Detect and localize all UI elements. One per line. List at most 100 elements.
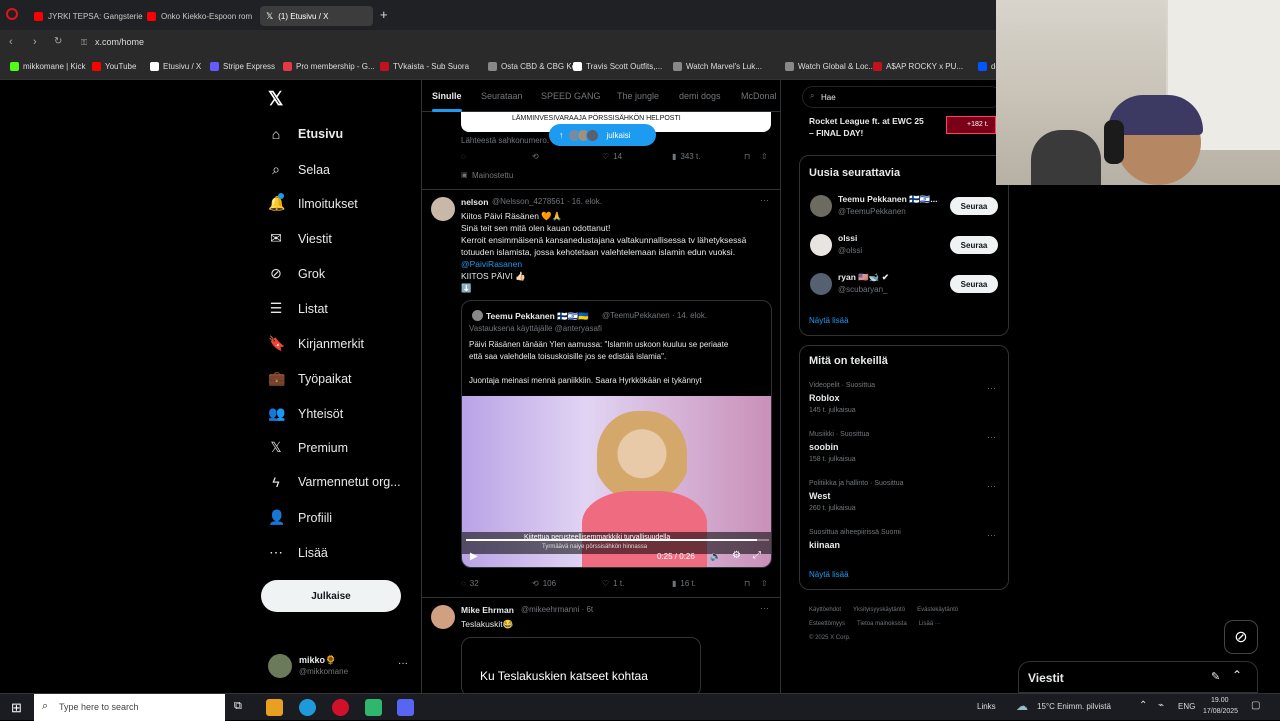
bookmark-item[interactable]: TVkaista - Sub Suora [380, 62, 469, 71]
follow-button[interactable]: Seuraa [950, 197, 998, 215]
bookmark-item[interactable]: Watch Global & Loc... [785, 62, 875, 71]
back-icon[interactable]: ‹ [9, 36, 13, 48]
bookmark-icon[interactable]: ⊓ [744, 579, 750, 588]
post-button[interactable]: Julkaise [261, 580, 401, 612]
app-icon[interactable] [365, 699, 382, 716]
new-tab-button[interactable]: + [380, 7, 388, 22]
nav-item-premium[interactable]: 𝕏 Premium [268, 439, 348, 456]
windows-start-icon[interactable]: ⊞ [11, 700, 22, 716]
tweet[interactable]: nelson @Nelsson_4278561 · 16. elok. ··· … [422, 190, 780, 598]
edge-icon[interactable] [299, 699, 316, 716]
bookmark-item[interactable]: Stripe Express [210, 62, 275, 71]
more-icon[interactable]: ··· [987, 530, 996, 540]
follow-suggestion[interactable]: olssi @olssi Seuraa [800, 233, 1008, 263]
repost-button[interactable]: ⟲ 106 [532, 579, 556, 588]
like-button[interactable]: ♡ 14 [602, 152, 622, 161]
follow-suggestion[interactable]: Teemu Pekkanen 🇫🇮🇮🇱... @TeemuPekkanen Seur… [800, 194, 1008, 224]
tweet-handle[interactable]: @Nelsson_4278561 · 16. elok. [492, 197, 602, 206]
nav-item-yhteisöt[interactable]: 👥 Yhteisöt [268, 405, 343, 422]
more-icon[interactable]: ··· [987, 383, 996, 393]
reply-icon[interactable]: ◌ [461, 152, 466, 161]
nav-item-ilmoitukset[interactable]: 🔔 Ilmoitukset [268, 193, 358, 212]
nav-item-grok[interactable]: ⊘ Grok [268, 265, 325, 282]
footer-link[interactable]: Käyttöehdot [809, 603, 841, 617]
nav-item-profiili[interactable]: 👤 Profiili [268, 509, 332, 526]
clock-date[interactable]: 17/08/2025 [1203, 708, 1238, 715]
opera-icon[interactable] [332, 699, 349, 716]
reload-icon[interactable]: ↻ [54, 36, 62, 47]
new-posts-pill[interactable]: ↑ julkaisi [549, 124, 656, 146]
share-icon[interactable]: ⇧ [761, 152, 768, 161]
show-more-link[interactable]: Näytä lisää [809, 316, 849, 325]
nav-item-etusivu[interactable]: ⌂ Etusivu [268, 126, 343, 142]
discord-icon[interactable] [397, 699, 414, 716]
more-icon[interactable]: ··· [987, 481, 996, 491]
mention-link[interactable]: @PaiviRasanen [461, 258, 522, 270]
avatar[interactable] [431, 605, 455, 629]
trend-item[interactable]: Videopelit · Suosittua Roblox 145 t. julka… [800, 382, 1008, 427]
footer-link[interactable]: Esteettömyys [809, 617, 845, 631]
media-card[interactable]: Ku Teslakuskien katseet kohtaa [461, 637, 701, 693]
grok-floating-button[interactable]: ⊘ [1224, 620, 1258, 654]
views-button[interactable]: ▮ 16 t. [672, 579, 696, 588]
chevron-up-icon[interactable]: ⌃ [1232, 668, 1242, 682]
bookmark-item[interactable]: Pro membership - G... [283, 62, 375, 71]
tab-for-you[interactable]: Sinulle [432, 91, 462, 101]
nav-item-lisää[interactable]: ⋯ Lisää [268, 544, 328, 561]
bookmark-icon[interactable]: ⊓ [744, 152, 750, 161]
follow-button[interactable]: Seuraa [950, 236, 998, 254]
account-switcher[interactable]: mikko🌻 @mikkomane ··· [268, 654, 413, 680]
share-icon[interactable]: ⇧ [761, 579, 768, 588]
clock-time[interactable]: 19.00 [1211, 697, 1229, 704]
task-view-icon[interactable]: ⧉ [234, 700, 242, 713]
forward-icon[interactable]: › [33, 36, 37, 48]
opera-logo-icon[interactable] [6, 8, 18, 20]
bookmark-item[interactable]: Travis Scott Outfits,... [573, 62, 662, 71]
fullscreen-icon[interactable]: ⤢ [753, 550, 761, 561]
avatar[interactable] [431, 197, 455, 221]
tab-mcdonal[interactable]: McDonal [741, 91, 777, 101]
follow-suggestion[interactable]: ryan 🇺🇸🐋 ✔ @scubaryan_ Seuraa [800, 272, 1008, 302]
app-icon[interactable] [266, 699, 283, 716]
chevron-up-icon[interactable]: ⌃ [1139, 700, 1147, 711]
language-indicator[interactable]: ENG [1178, 702, 1195, 711]
play-icon[interactable]: ▶ [470, 551, 478, 562]
tab-speed-gang[interactable]: SPEED GANG [541, 91, 601, 101]
footer-link[interactable]: Tietoa mainoksista [857, 617, 907, 631]
tweet-author[interactable]: nelson [461, 197, 488, 207]
lock-icon[interactable]: ⚿ [81, 38, 87, 48]
notification-icon[interactable]: ▢ [1251, 700, 1260, 711]
bookmark-item[interactable]: YouTube [92, 62, 136, 71]
browser-tab-2[interactable]: Onko Kiekko-Espoon rom [141, 6, 256, 26]
nav-item-työpaikat[interactable]: 💼 Työpaikat [268, 370, 352, 387]
footer-link[interactable]: Evästekäytäntö [917, 603, 958, 617]
bookmark-item[interactable]: Osta CBD & CBG Ke... [488, 62, 583, 71]
bookmark-item[interactable]: mikkomane | Kick [10, 62, 86, 71]
volume-icon[interactable]: 🔈 [710, 551, 721, 562]
compose-message-icon[interactable]: ✎ [1211, 670, 1220, 683]
nav-item-varmennetut-org-[interactable]: ϟ Varmennetut org... [268, 474, 400, 490]
url-field[interactable]: x.com/home [95, 37, 144, 47]
footer-link[interactable]: Yksityisyyskäytäntö [853, 603, 905, 617]
video-progress-track[interactable] [466, 539, 769, 541]
taskbar-search-input[interactable]: ⌕ Type here to search [34, 694, 225, 721]
messages-dock[interactable]: Viestit ✎ ⌃ [1018, 661, 1258, 693]
x-logo-icon[interactable]: 𝕏 [268, 88, 283, 111]
trend-item[interactable]: Musiikki · Suosittua soobin 158 t. julkais… [800, 431, 1008, 476]
taskbar-links[interactable]: Links [977, 702, 996, 711]
video-player[interactable]: Kiitettua perusteellisemmarkkiki turvall… [462, 396, 771, 567]
weather-text[interactable]: 15°C Enimm. pilvistä [1037, 702, 1111, 711]
follow-button[interactable]: Seuraa [950, 275, 998, 293]
trend-item[interactable]: Politiikka ja hallinto · Suosittua West 26… [800, 480, 1008, 525]
more-icon[interactable]: ··· [760, 603, 769, 613]
tab-following[interactable]: Seurataan [481, 91, 523, 101]
bookmark-item[interactable]: Watch Marvel's Luk... [673, 62, 762, 71]
network-icon[interactable]: ⌁ [1158, 700, 1164, 711]
trend-item[interactable]: Suosittua aiheepiirissä Suomi kiinaan ··· [800, 529, 1008, 574]
show-more-link[interactable]: Näytä lisää [809, 570, 849, 579]
tab-the-jungle[interactable]: The jungle [617, 91, 659, 101]
nav-item-viestit[interactable]: ✉ Viestit [268, 230, 332, 247]
reply-button[interactable]: ◌ 32 [461, 579, 479, 588]
more-icon[interactable]: ··· [760, 195, 769, 205]
quote-tweet[interactable]: Teemu Pekkanen 🇫🇮🇮🇱🇺🇦 @TeemuPekkanen · 1… [461, 300, 772, 568]
